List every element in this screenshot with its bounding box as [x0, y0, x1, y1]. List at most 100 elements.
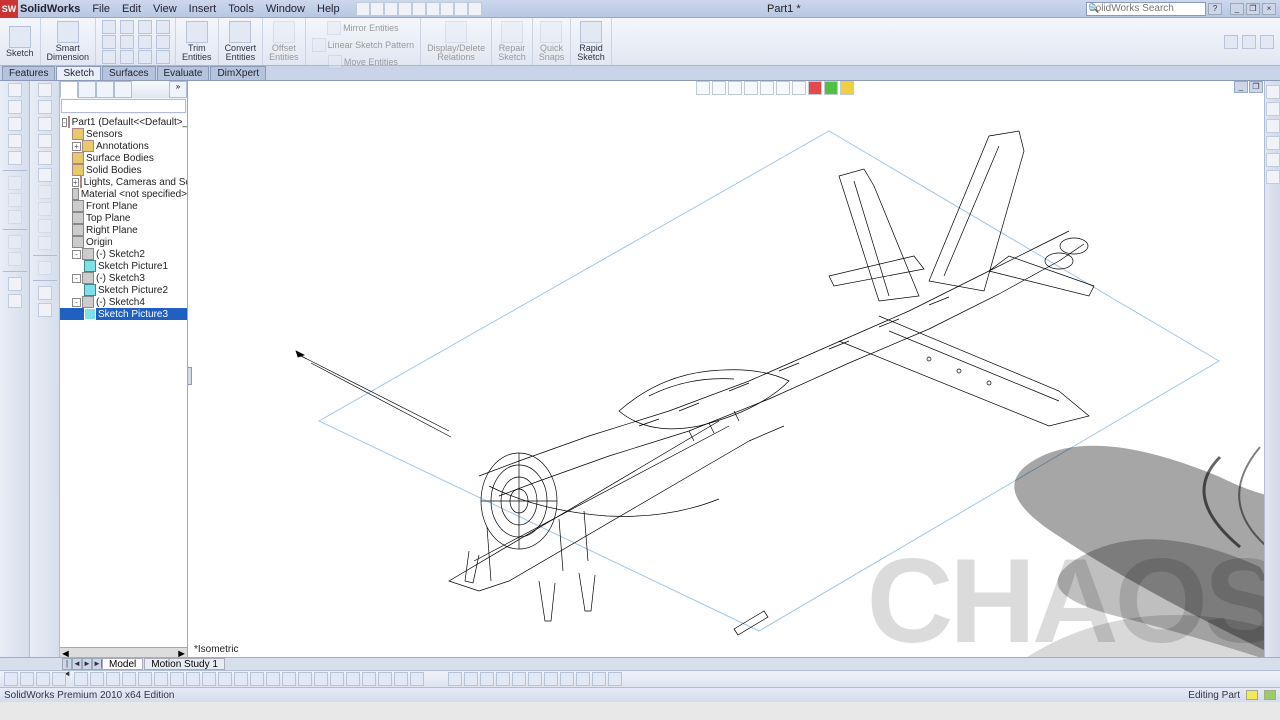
menu-help[interactable]: Help [311, 2, 346, 16]
close-icon[interactable]: × [1262, 3, 1276, 15]
qat-print-icon[interactable] [398, 2, 412, 16]
fillet-feat-icon[interactable] [8, 235, 22, 249]
sk-rel-2-icon[interactable] [464, 672, 478, 686]
offset-entities-button[interactable]: Offset Entities [263, 18, 306, 65]
rapid-sketch-button[interactable]: Rapid Sketch [571, 18, 612, 65]
tab-nav-last-icon[interactable]: ►| [92, 658, 102, 670]
tree-hscroll[interactable]: ◄► [60, 647, 187, 657]
mirror-entities-button[interactable]: Mirror Entities [327, 20, 399, 36]
surf3-icon[interactable] [38, 117, 52, 131]
sk-rel-3-icon[interactable] [480, 672, 494, 686]
tree-root[interactable]: -Part1 (Default<<Default>_Disp [60, 116, 187, 128]
zoom-fit-icon[interactable] [696, 81, 710, 95]
qat-rebuild-icon[interactable] [454, 2, 468, 16]
minimize-icon[interactable]: _ [1230, 3, 1244, 15]
gfx-minimize-icon[interactable]: _ [1234, 81, 1248, 93]
taskpane-palette-icon[interactable] [1266, 136, 1280, 150]
sk-tool-20-icon[interactable] [314, 672, 328, 686]
plane-icon[interactable] [120, 50, 134, 64]
spline-icon[interactable] [156, 20, 170, 34]
appearance-icon[interactable] [808, 81, 822, 95]
tab-nav-next-icon[interactable]: ► [82, 658, 92, 670]
tree-filter-input[interactable] [61, 99, 186, 113]
cut-extrude-icon[interactable] [8, 176, 22, 190]
sk-tool-24-icon[interactable] [378, 672, 392, 686]
move-entities-button[interactable]: Move Entities [328, 54, 398, 70]
display-style-icon[interactable] [776, 81, 790, 95]
tree-origin[interactable]: Origin [60, 236, 187, 248]
taskpane-explorer-icon[interactable] [1266, 119, 1280, 133]
tree-annotations[interactable]: +Annotations [60, 140, 187, 152]
tree-right-plane[interactable]: Right Plane [60, 224, 187, 236]
surf4-icon[interactable] [38, 134, 52, 148]
sk-tool-26-icon[interactable] [410, 672, 424, 686]
qat-undo-icon[interactable] [412, 2, 426, 16]
search-input[interactable] [1086, 2, 1206, 16]
view-settings-icon[interactable] [840, 81, 854, 95]
tree-tab-config-icon[interactable] [96, 81, 114, 98]
taskpane-custom-icon[interactable] [1266, 170, 1280, 184]
tree-sketch-picture1[interactable]: Sketch Picture1 [60, 260, 187, 272]
mirror-feat-icon[interactable] [8, 294, 22, 308]
tree-sketch3[interactable]: -(-) Sketch3 [60, 272, 187, 284]
sk-rel-1-icon[interactable] [448, 672, 462, 686]
sk-tool-16-icon[interactable] [250, 672, 264, 686]
tree-sketch4[interactable]: -(-) Sketch4 [60, 296, 187, 308]
sk-tool-12-icon[interactable] [186, 672, 200, 686]
sk-tool-11-icon[interactable] [170, 672, 184, 686]
tree-tab-property-icon[interactable] [78, 81, 96, 98]
tree-tab-feature-icon[interactable] [60, 81, 78, 98]
menu-view[interactable]: View [147, 2, 183, 16]
feature-tree[interactable]: -Part1 (Default<<Default>_Disp Sensors +… [60, 114, 187, 647]
qat-redo-icon[interactable] [426, 2, 440, 16]
slot-icon[interactable] [156, 50, 170, 64]
sk-tool-9-icon[interactable] [138, 672, 152, 686]
cut-sweep-icon[interactable] [8, 210, 22, 224]
surf5-icon[interactable] [38, 151, 52, 165]
sk-tool-22-icon[interactable] [346, 672, 360, 686]
quick-snaps-button[interactable]: Quick Snaps [533, 18, 572, 65]
sk-tool-23-icon[interactable] [362, 672, 376, 686]
tree-solid-bodies[interactable]: Solid Bodies [60, 164, 187, 176]
surf11-icon[interactable] [38, 261, 52, 275]
splitter-handle[interactable] [188, 367, 192, 385]
sk-tool-4-icon[interactable] [52, 672, 66, 686]
menu-edit[interactable]: Edit [116, 2, 147, 16]
sweep-icon[interactable] [8, 117, 22, 131]
surf8-icon[interactable] [38, 202, 52, 216]
tree-sensors[interactable]: Sensors [60, 128, 187, 140]
qat-select-icon[interactable] [440, 2, 454, 16]
status-indicator-1-icon[interactable] [1246, 690, 1258, 700]
taskpane-resources-icon[interactable] [1266, 85, 1280, 99]
taskpane-appearance-icon[interactable] [1266, 153, 1280, 167]
arc-icon[interactable] [138, 20, 152, 34]
menu-file[interactable]: File [86, 2, 116, 16]
tree-tab-dimxpert-icon[interactable] [114, 81, 132, 98]
tree-material[interactable]: Material <not specified> [60, 188, 187, 200]
tab-sketch[interactable]: Sketch [56, 66, 101, 80]
tree-sketch2[interactable]: -(-) Sketch2 [60, 248, 187, 260]
boundary-icon[interactable] [8, 151, 22, 165]
hide-show-icon[interactable] [792, 81, 806, 95]
tree-sketch-picture2[interactable]: Sketch Picture2 [60, 284, 187, 296]
sk-rel-7-icon[interactable] [544, 672, 558, 686]
record-icon[interactable] [1242, 35, 1256, 49]
tab-surfaces[interactable]: Surfaces [102, 66, 155, 80]
polygon-icon[interactable] [120, 35, 134, 49]
linear-pattern-button[interactable]: Linear Sketch Pattern [312, 37, 415, 53]
sk-tool-1-icon[interactable] [4, 672, 18, 686]
tree-lights[interactable]: +Lights, Cameras and Scene [60, 176, 187, 188]
sk-tool-21-icon[interactable] [330, 672, 344, 686]
sk-rel-11-icon[interactable] [608, 672, 622, 686]
menu-insert[interactable]: Insert [183, 2, 223, 16]
tab-features[interactable]: Features [2, 66, 55, 80]
screen-icon[interactable] [1260, 35, 1274, 49]
surf7-icon[interactable] [38, 185, 52, 199]
tree-collapse-icon[interactable]: » [169, 81, 187, 98]
sk-tool-19-icon[interactable] [298, 672, 312, 686]
sk-tool-6-icon[interactable] [90, 672, 104, 686]
sk-tool-5-icon[interactable] [74, 672, 88, 686]
scene-icon[interactable] [824, 81, 838, 95]
sk-rel-5-icon[interactable] [512, 672, 526, 686]
sk-tool-2-icon[interactable] [20, 672, 34, 686]
